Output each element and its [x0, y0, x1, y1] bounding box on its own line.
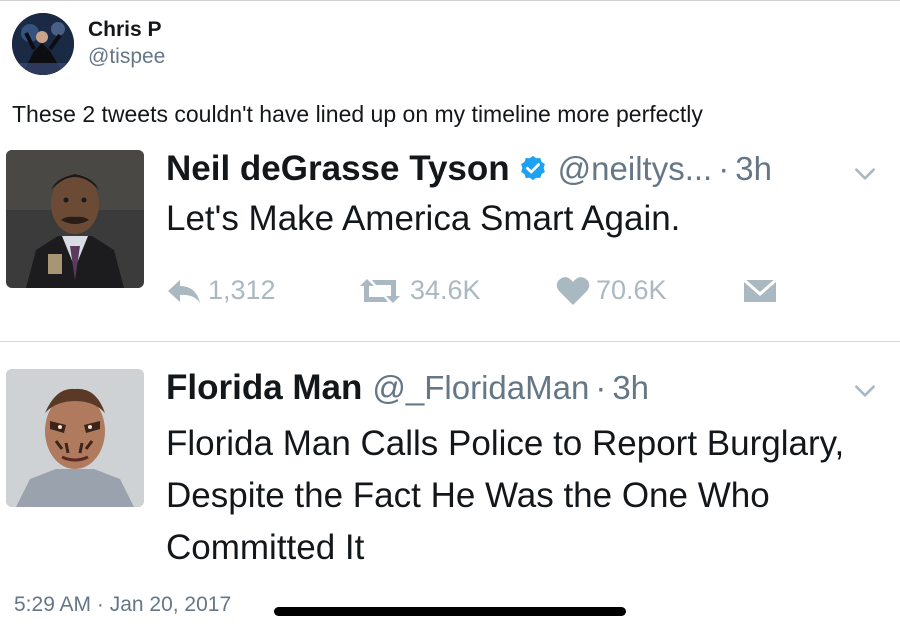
like-count: 70.6K [596, 275, 667, 305]
embedded-tweet[interactable]: Neil deGrasse Tyson @neiltys... · 3h Let… [0, 141, 900, 341]
chevron-down-icon[interactable] [852, 378, 878, 404]
author-handle[interactable]: @tispee [88, 43, 165, 71]
handle[interactable]: @_FloridaMan [372, 369, 589, 407]
tweet-body: Florida Man Calls Police to Report Burgl… [166, 424, 845, 567]
author-block[interactable]: Chris P @tispee [12, 13, 165, 75]
like-button[interactable]: 70.6K [556, 275, 742, 306]
separator: · [595, 369, 607, 406]
heart-icon [556, 276, 590, 305]
chevron-down-icon[interactable] [852, 161, 878, 187]
direct-message-icon [743, 278, 777, 302]
avatar[interactable] [12, 13, 74, 75]
embedded-tweet[interactable]: Florida Man @_FloridaMan · 3h Florida Ma… [0, 341, 900, 576]
timestamp[interactable]: 3h [735, 150, 772, 188]
retweet-button[interactable]: 34.6K [356, 275, 556, 306]
direct-message-button[interactable] [742, 277, 784, 305]
tweet-body: Let's Make America Smart Again. [166, 199, 681, 238]
retweet-icon [360, 278, 400, 303]
action-bar: 1,312 34.6K 70.6K [166, 275, 784, 306]
avatar[interactable] [6, 369, 144, 507]
handle[interactable]: @neiltys... [558, 150, 713, 188]
avatar[interactable] [6, 150, 144, 288]
reply-button[interactable]: 1,312 [166, 275, 356, 306]
reply-count: 1,312 [208, 275, 276, 305]
tweet-text: These 2 tweets couldn't have lined up on… [12, 101, 703, 127]
tweet-card: Chris P @tispee These 2 tweets couldn't … [0, 0, 900, 628]
tweet-timestamp[interactable]: 5:29 AM · Jan 20, 2017 [14, 593, 231, 617]
retweet-count: 34.6K [410, 275, 481, 305]
display-name[interactable]: Florida Man [166, 368, 362, 408]
home-indicator[interactable] [274, 607, 626, 616]
reply-icon [168, 279, 200, 303]
verified-badge-icon [520, 155, 545, 181]
separator: · [718, 150, 730, 187]
display-name[interactable]: Neil deGrasse Tyson [166, 149, 510, 189]
author-name[interactable]: Chris P [88, 17, 165, 43]
timestamp[interactable]: 3h [612, 369, 649, 407]
